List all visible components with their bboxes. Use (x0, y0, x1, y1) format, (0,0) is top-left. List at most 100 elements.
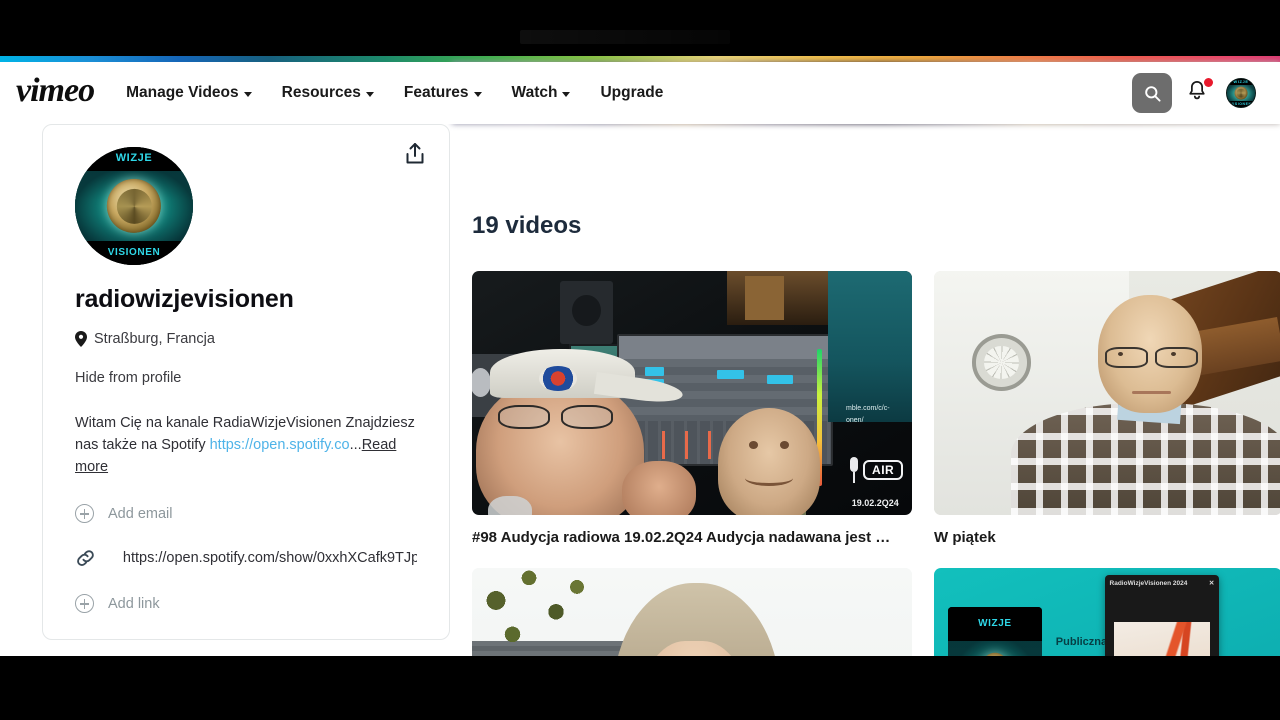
hide-from-profile-link[interactable]: Hide from profile (75, 370, 417, 386)
thumb-shelf-books (744, 275, 785, 320)
nav-label: Manage Videos (126, 84, 239, 101)
add-email-label: Add email (108, 505, 173, 522)
nav-item-watch[interactable]: Watch (498, 76, 585, 110)
add-link-label: Add link (108, 595, 160, 612)
avatar-band-bottom: VISIONEN (1227, 101, 1255, 107)
avatar-art: WIZJE VISIONEN (75, 147, 193, 265)
video-card[interactable]: W piątek (934, 271, 1280, 546)
avatar-art: WIZJE VISIONEN (1227, 79, 1255, 107)
thumb-person-eye (1170, 351, 1176, 356)
avatar-top-text: WIZJE (1233, 79, 1249, 84)
plus-circle-icon (75, 594, 94, 614)
thumb-person-beard (488, 496, 532, 515)
video-card[interactable] (472, 568, 912, 656)
video-thumbnail[interactable]: mble.com/c/c- onen/ odz. 54 min AIR 19.0… (472, 271, 912, 515)
video-thumbnail[interactable]: WIZJE VISIONEN Publiczna Radi nen 2Q2 (934, 568, 1280, 656)
share-icon (406, 143, 424, 164)
thumb-brand-logo: WIZJE VISIONEN (947, 607, 1042, 656)
bio-ellipsis: ... (349, 436, 362, 453)
profile-link-row[interactable]: https://open.spotify.com/show/0xxhXCafk9… (75, 548, 417, 568)
daw-clip (767, 374, 793, 384)
close-icon[interactable]: ✕ (1209, 579, 1214, 587)
avatar-art: WIZJE VISIONEN (947, 607, 1042, 656)
nav-label: Features (403, 84, 469, 101)
location-row: Straßburg, Francja (75, 331, 417, 347)
thumb-overlay-panel: RadioWizjeVisionen 2024 ✕ (1104, 575, 1220, 656)
location-pin-icon (75, 331, 87, 347)
add-link-row[interactable]: Add link (75, 594, 417, 614)
overlay-title: RadioWizjeVisionen 2024 (1109, 579, 1188, 587)
profile-avatar[interactable]: WIZJE VISIONEN (75, 147, 193, 265)
notification-dot (1204, 78, 1213, 87)
avatar-emblem (1234, 86, 1248, 100)
plus-circle-icon (75, 504, 94, 524)
avatar-band-top: WIZJE (75, 147, 193, 171)
vimeo-logo[interactable]: vimeo (16, 72, 95, 110)
main-nav: Manage Videos Resources Features Watch U… (112, 76, 677, 110)
daw-fader (684, 430, 688, 460)
add-email-row[interactable]: Add email (75, 504, 417, 524)
browser-chrome-ghost (520, 30, 730, 44)
on-air-indicator: AIR (848, 457, 904, 484)
user-avatar[interactable]: WIZJE VISIONEN (1226, 78, 1256, 108)
page-title: radiowizjevisionen (75, 285, 294, 313)
thumb-person-glasses (498, 405, 614, 429)
panel-line-2: onen/ (846, 416, 864, 423)
letterbox-bottom (0, 656, 1280, 720)
nav-item-resources[interactable]: Resources (268, 76, 388, 110)
videos-panel: 19 videos mble.com/c/c- onen/ AIR 19.02.… (472, 124, 1280, 656)
avatar-top-text: WIZJE (115, 152, 153, 165)
nav-label: Upgrade (600, 84, 664, 101)
page-viewport: vimeo Manage Videos Resources Features W… (0, 56, 1280, 656)
thumb-person-hand (621, 461, 697, 515)
video-card[interactable]: mble.com/c/c- onen/ odz. 54 min AIR 19.0… (472, 271, 912, 546)
thumb-wall-clock (972, 334, 1032, 391)
air-badge: AIR (863, 460, 904, 481)
video-title: W piątek (934, 529, 996, 546)
video-thumbnail[interactable] (472, 568, 912, 656)
overlay-artwork (1113, 622, 1211, 656)
header-actions: WIZJE VISIONEN (1132, 73, 1264, 113)
letterbox-top (0, 0, 1280, 56)
profile-sidebar: WIZJE VISIONEN radiowizjevisionen Straßb… (42, 124, 450, 656)
thumb-person-mouth (1132, 390, 1171, 394)
share-button[interactable] (403, 141, 427, 167)
thumb-person-head (476, 378, 644, 515)
profile-link-url: https://open.spotify.com/show/0xxhXCafk9… (122, 550, 417, 567)
thumb-publiczna-label: Publiczna (1055, 636, 1108, 649)
nav-item-upgrade[interactable]: Upgrade (586, 76, 677, 110)
avatar-top-text: WIZJE (978, 618, 1012, 630)
screen: vimeo Manage Videos Resources Features W… (0, 0, 1280, 720)
daw-toolbar (619, 336, 831, 360)
avatar-bottom-text: VISIONEN (107, 247, 161, 259)
video-title: #98 Audycja radiowa 19.02.2Q24 Audycja n… (472, 529, 891, 546)
notifications-button[interactable] (1186, 78, 1213, 107)
thumb-date-overlay: 19.02.2Q24 (851, 497, 899, 508)
nav-item-features[interactable]: Features (390, 76, 496, 110)
search-button[interactable] (1132, 73, 1172, 113)
chevron-down-icon (473, 91, 482, 97)
avatar-band-top: WIZJE (1227, 79, 1255, 85)
site-header: vimeo Manage Videos Resources Features W… (0, 62, 1280, 124)
avatar-band-top: WIZJE (947, 607, 1042, 642)
videos-heading: 19 videos (472, 212, 582, 239)
bio-spotify-link[interactable]: https://open.spotify.co (210, 437, 350, 453)
thumb-puppet-head (718, 407, 820, 515)
microphone-icon (848, 457, 860, 484)
daw-fader (708, 430, 712, 460)
video-card[interactable]: WIZJE VISIONEN Publiczna Radi nen 2Q2 (934, 568, 1280, 656)
thumb-speaker (560, 280, 613, 345)
nav-item-manage-videos[interactable]: Manage Videos (112, 76, 266, 110)
thumb-puppet-mouth (744, 470, 794, 487)
thumb-info-panel: mble.com/c/c- onen/ odz. 54 min (828, 271, 912, 423)
daw-clip (716, 369, 745, 379)
search-icon (1144, 85, 1161, 102)
panel-line-1: mble.com/c/c- (846, 405, 890, 412)
location-text: Straßburg, Francja (94, 331, 215, 347)
profile-card: WIZJE VISIONEN radiowizjevisionen Straßb… (42, 124, 450, 641)
daw-fader (661, 430, 665, 460)
video-thumbnail[interactable] (934, 271, 1280, 515)
videos-grid: mble.com/c/c- onen/ odz. 54 min AIR 19.0… (472, 271, 1280, 656)
overlay-titlebar: RadioWizjeVisionen 2024 ✕ (1105, 575, 1220, 591)
chevron-down-icon (365, 91, 374, 97)
